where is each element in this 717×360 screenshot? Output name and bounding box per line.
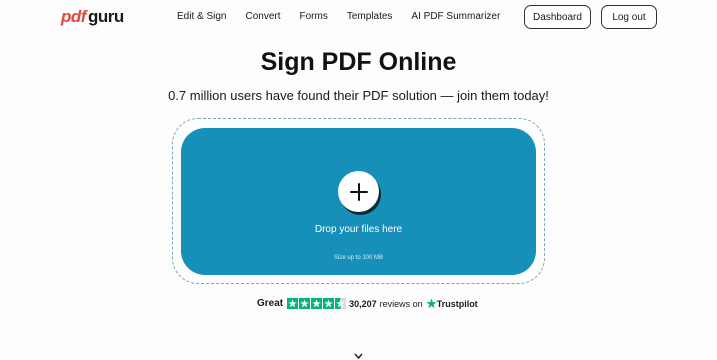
chevron-down-icon[interactable] — [354, 353, 363, 360]
trustpilot-star-icon — [426, 298, 437, 309]
review-count: 30,207 — [349, 298, 377, 309]
drop-files-label: Drop your files here — [314, 224, 403, 235]
rating-stars — [287, 298, 347, 309]
dashboard-button[interactable]: Dashboard — [524, 5, 591, 29]
nav-edit-sign[interactable]: Edit & Sign — [177, 11, 226, 22]
half-star-icon — [335, 298, 347, 309]
logo-pdf-text: pdf — [61, 7, 86, 26]
star-icon — [299, 298, 311, 309]
file-size-limit: Size up to 100 MB — [333, 255, 384, 261]
trustpilot-brand: Trustpilot — [436, 298, 478, 309]
pdfguru-logo[interactable]: pdf guru — [61, 7, 124, 27]
plus-icon — [349, 182, 368, 201]
rating-word: Great — [257, 298, 284, 309]
page-subtitle: 0.7 million users have found their PDF s… — [168, 88, 549, 103]
trustpilot-rating[interactable]: Great 30,207 reviews on Trustpilot — [257, 297, 478, 310]
top-header: pdf guru Edit & Sign Convert Forms Templ… — [0, 0, 717, 36]
nav-templates[interactable]: Templates — [347, 11, 393, 22]
logout-button[interactable]: Log out — [601, 5, 657, 29]
nav-convert[interactable]: Convert — [245, 11, 280, 22]
nav-forms[interactable]: Forms — [300, 11, 328, 22]
star-icon — [323, 298, 335, 309]
page-title: Sign PDF Online — [260, 48, 457, 76]
main-nav: Edit & Sign Convert Forms Templates AI P… — [177, 11, 500, 22]
add-file-button[interactable] — [338, 171, 379, 212]
reviews-on-text: reviews on — [379, 298, 423, 309]
star-icon — [311, 298, 323, 309]
logo-guru-text: guru — [87, 7, 124, 26]
star-icon — [287, 298, 299, 309]
trustpilot-logo[interactable]: Trustpilot — [426, 298, 478, 309]
nav-ai-pdf-summarizer[interactable]: AI PDF Summarizer — [411, 11, 500, 22]
